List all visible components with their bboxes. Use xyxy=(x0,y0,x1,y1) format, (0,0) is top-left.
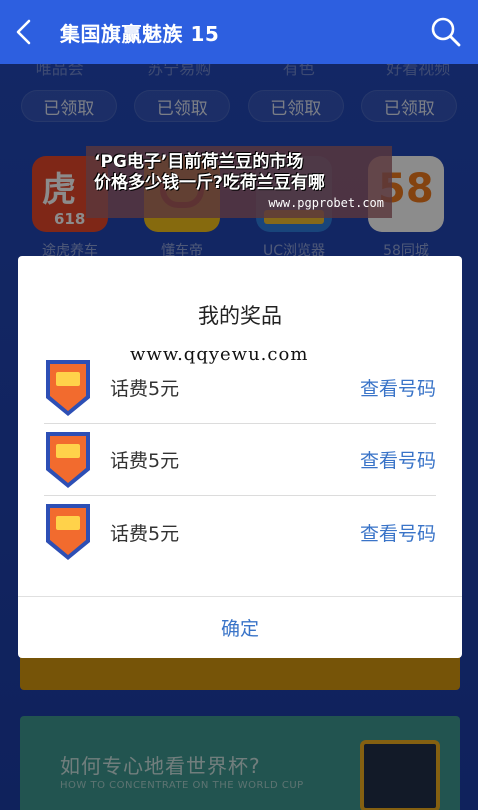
prize-row: 话费5元 查看号码 xyxy=(44,496,436,568)
prize-row: 话费5元 查看号码 xyxy=(44,424,436,496)
voucher-badge-icon xyxy=(44,430,92,490)
ad-banner[interactable]: ‘PG电子’目前荷兰豆的市场 价格多少钱一斤?吃荷兰豆有哪 www.pgprob… xyxy=(86,146,392,218)
prize-label: 话费5元 xyxy=(110,378,180,400)
my-prizes-dialog: 我的奖品 www.qqyewu.com 话费5元 查看号码 话费5元 查看号码 … xyxy=(18,256,462,658)
view-number-link[interactable]: 查看号码 xyxy=(360,446,436,473)
banner-line-1: ‘PG电子’目前荷兰豆的市场 xyxy=(94,152,304,172)
banner-url: www.pgprobet.com xyxy=(268,196,384,210)
confirm-label: 确定 xyxy=(220,618,259,640)
view-number-link[interactable]: 查看号码 xyxy=(360,519,436,546)
banner-line-2: 价格多少钱一斤?吃荷兰豆有哪 xyxy=(94,173,325,193)
prize-row: 话费5元 查看号码 xyxy=(44,352,436,424)
back-arrow-icon[interactable] xyxy=(2,0,46,64)
search-icon[interactable] xyxy=(428,14,464,50)
page-title: 集国旗赢魅族 15 xyxy=(60,21,220,46)
dialog-title: 我的奖品 xyxy=(198,304,282,328)
confirm-button[interactable]: 确定 xyxy=(18,596,462,658)
prize-label: 话费5元 xyxy=(110,522,180,545)
prize-label: 话费5元 xyxy=(110,450,180,472)
voucher-badge-icon xyxy=(44,502,92,562)
voucher-badge-icon xyxy=(44,358,92,418)
app-header: 集国旗赢魅族 15 xyxy=(0,0,478,64)
view-number-link[interactable]: 查看号码 xyxy=(360,374,436,401)
